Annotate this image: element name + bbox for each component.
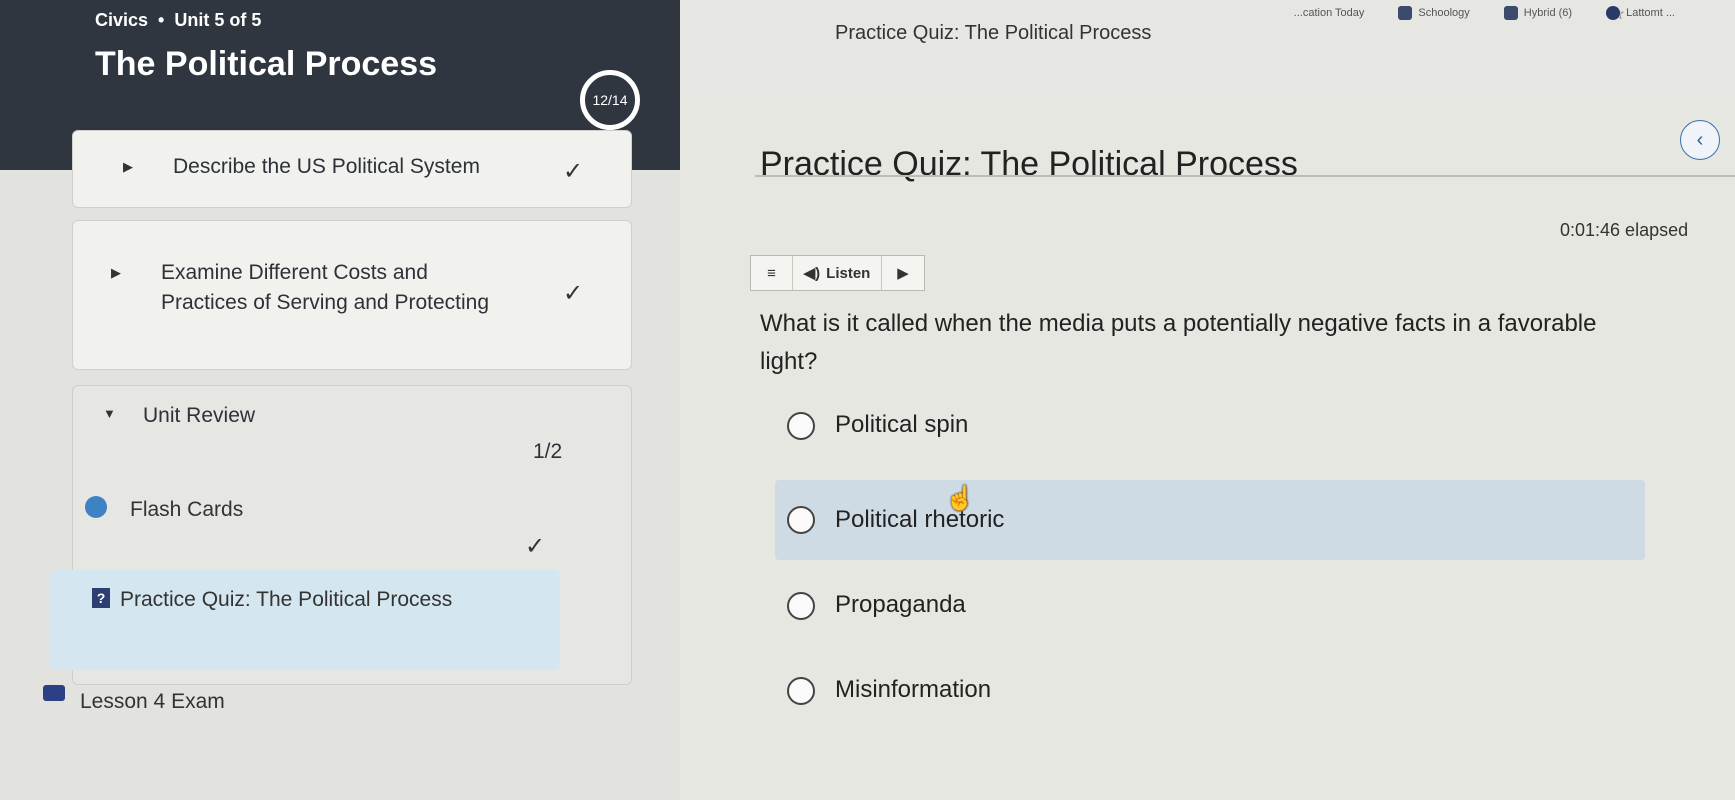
option-label: Misinformation (835, 676, 992, 703)
flash-cards-label: Flash Cards (130, 498, 244, 521)
quiz-main-panel: ‹ Practice Quiz: The Political Process 0… (680, 105, 1735, 800)
unit-progress-badge: 12/14 (580, 70, 640, 130)
hand-cursor-icon: ☝ (945, 485, 975, 512)
listen-toolbar: ≡ ◀) Listen ▶ (750, 255, 925, 291)
bookmark-education-today[interactable]: ...cation Today (1294, 6, 1365, 20)
chevron-left-icon: ‹ (1696, 128, 1704, 151)
play-button[interactable]: ▶ (882, 256, 924, 290)
bookmark-schoology[interactable]: Schoology (1398, 6, 1470, 20)
play-icon: ▶ (897, 265, 909, 282)
radio-button[interactable] (787, 506, 815, 534)
checkmark-icon: ✓ (525, 533, 546, 560)
answer-option-misinformation[interactable]: Misinformation (775, 660, 1645, 722)
checkmark-icon: ✓ (563, 280, 584, 307)
breadcrumb-separator: • (158, 10, 165, 30)
answer-option-propaganda[interactable]: Propaganda (775, 575, 1645, 637)
title-divider (755, 175, 1735, 177)
option-label: Political rhetoric (835, 506, 1005, 533)
answer-option-political-rhetoric[interactable]: Political rhetoric ☝ (775, 480, 1645, 560)
flash-cards-icon (85, 496, 107, 518)
caret-down-icon[interactable]: ▼ (103, 406, 116, 421)
quiz-icon: ? (92, 588, 110, 608)
course-sidebar: Civics • Unit 5 of 5 The Political Proce… (0, 0, 680, 800)
practice-quiz-label: Practice Quiz: The Political Process (120, 588, 453, 611)
bookmarks-bar: ...cation Today Schoology Hybrid (6) Lat… (1294, 6, 1675, 20)
review-item-practice-quiz[interactable]: ? Practice Quiz: The Political Process (50, 570, 560, 670)
schoology-icon (1398, 6, 1413, 20)
radio-button[interactable] (787, 592, 815, 620)
option-label: Political spin (835, 411, 969, 438)
bookmark-globe-icon (1606, 6, 1621, 20)
lesson-label[interactable]: Unit Review (143, 402, 255, 429)
caret-right-icon[interactable]: ▶ (111, 265, 121, 281)
lesson-4-exam-link[interactable]: Lesson 4 Exam (80, 690, 225, 714)
lesson-item-examine-costs[interactable]: ▶ Examine Different Costs and Practices … (72, 220, 632, 370)
listen-label: Listen (826, 264, 871, 282)
lesson-label-line1: Examine Different Costs and (161, 261, 428, 284)
exam-icon (43, 685, 65, 701)
caret-right-icon[interactable]: ▶ (123, 159, 133, 175)
checkmark-icon: ✓ (563, 158, 584, 185)
listen-button[interactable]: ◀) Listen (793, 256, 882, 290)
lesson-label: Describe the US Political System (173, 155, 480, 178)
breadcrumb-unit: Unit 5 of 5 (174, 10, 262, 30)
lesson-label-line2: Practices of Serving and Protecting (161, 291, 490, 314)
collapse-panel-button[interactable]: ‹ (1680, 120, 1720, 160)
lesson-item-describe-us-political-system[interactable]: ▶ Describe the US Political System ✓ (72, 130, 632, 208)
question-text: What is it called when the media puts a … (760, 310, 1597, 376)
hamburger-icon: ≡ (767, 264, 776, 282)
radio-button[interactable] (787, 677, 815, 705)
option-label: Propaganda (835, 591, 966, 618)
unit-title: The Political Process (95, 45, 438, 83)
radio-button[interactable] (787, 412, 815, 440)
speaker-icon: ◀) (803, 265, 821, 282)
answer-option-political-spin[interactable]: Political spin (775, 395, 1645, 457)
hybrid-icon (1503, 6, 1518, 20)
browser-tab-title[interactable]: Practice Quiz: The Political Process (835, 22, 1151, 45)
bookmark-other[interactable]: Lattomt ... (1606, 6, 1675, 20)
unit-review-progress: 1/2 (533, 440, 563, 463)
breadcrumb-course[interactable]: Civics (95, 10, 148, 31)
menu-button[interactable]: ≡ (751, 256, 793, 290)
bookmark-hybrid[interactable]: Hybrid (6) (1503, 6, 1572, 20)
quiz-title: Practice Quiz: The Political Process (760, 145, 1298, 183)
breadcrumb: Civics • Unit 5 of 5 (95, 10, 261, 31)
elapsed-timer: 0:01:46 elapsed (1560, 220, 1689, 240)
